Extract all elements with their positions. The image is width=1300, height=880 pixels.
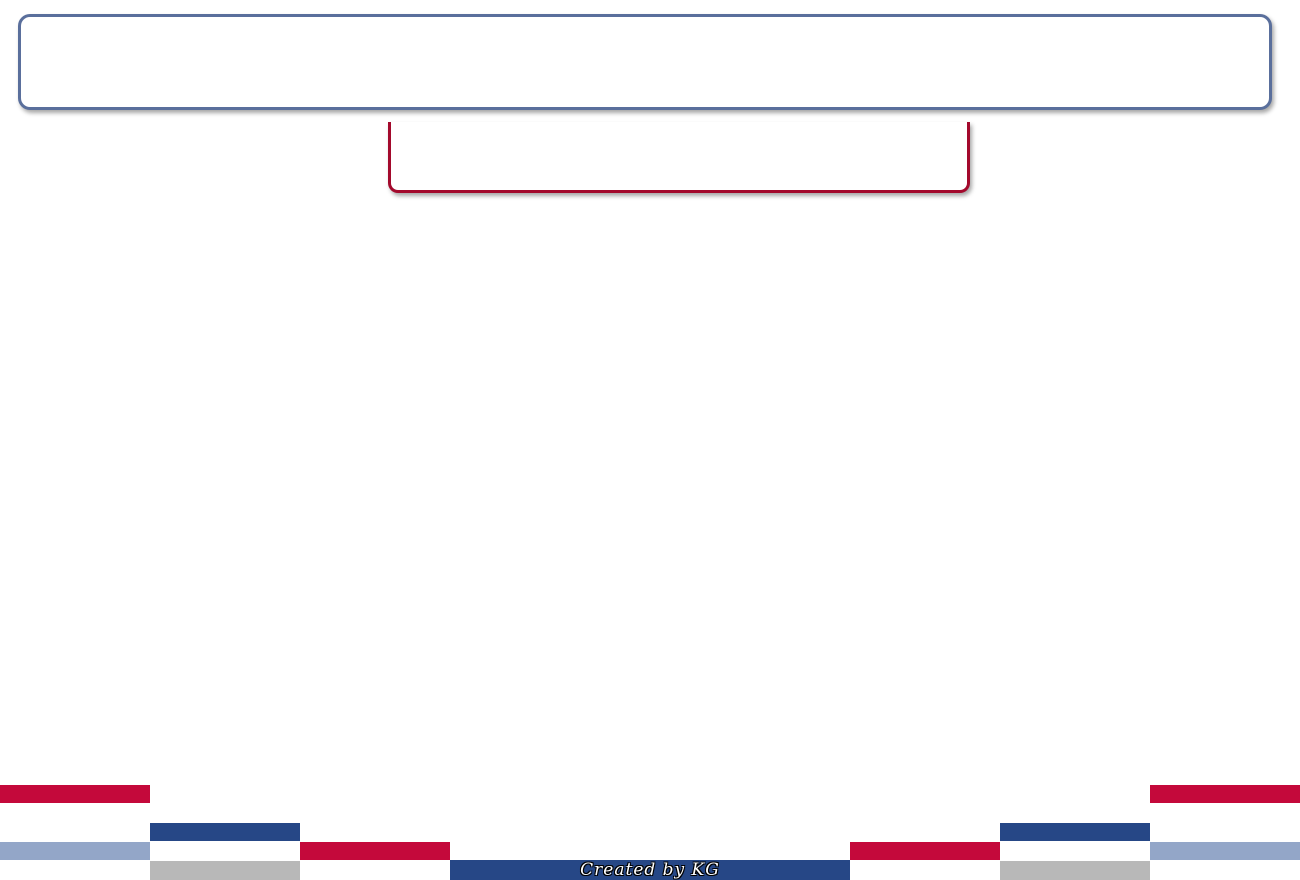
- footer-bar-red-left-mid: [300, 842, 450, 860]
- footer-bar-lightblue-left: [0, 842, 150, 860]
- footer-credit: Created by KG: [450, 860, 850, 880]
- subtitle-box: [388, 122, 970, 193]
- footer-bar-red-right-mid: [850, 842, 1000, 860]
- title-box: [18, 14, 1272, 110]
- credit-text: Created by KG: [580, 860, 720, 880]
- footer-bar-navy-right: [1000, 823, 1150, 841]
- footer-bar-navy-left: [150, 823, 300, 841]
- footer-bar-grey-right: [1000, 861, 1150, 880]
- footer-bar-red-left-top: [0, 785, 150, 803]
- footer-bar-grey-left: [150, 861, 300, 880]
- footer-bar-lightblue-right: [1150, 842, 1300, 860]
- footer-bar-red-right-top: [1150, 785, 1300, 803]
